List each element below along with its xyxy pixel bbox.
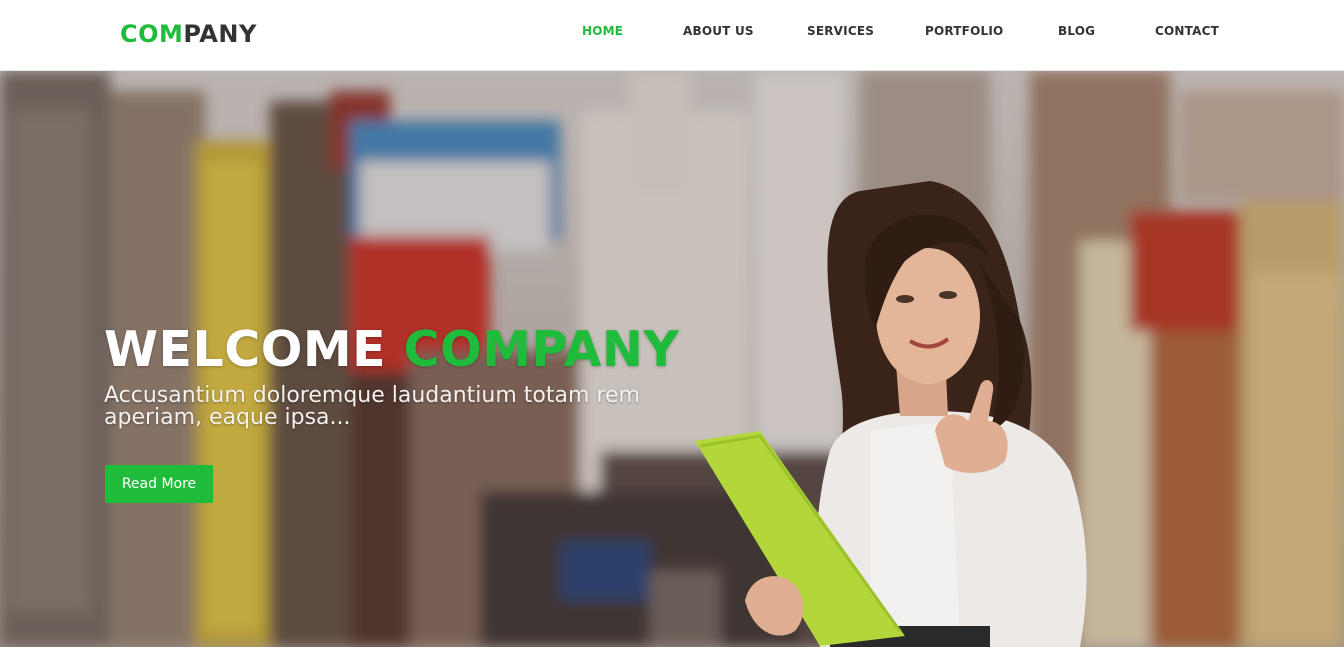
hero-title-white: WELCOME (104, 321, 387, 378)
nav-portfolio[interactable]: PORTFOLIO (925, 22, 1003, 40)
logo-dark-text: PANY (183, 20, 257, 48)
site-header: COMPANY HOME ABOUT US SERVICES PORTFOLIO… (0, 0, 1344, 71)
nav-contact[interactable]: CONTACT (1155, 22, 1219, 40)
hero-banner: WELCOME COMPANY Accusantium doloremque l… (0, 71, 1344, 647)
hero-title: WELCOME COMPANY (104, 321, 679, 379)
nav-blog[interactable]: BLOG (1058, 22, 1095, 40)
logo-accent-text: COM (120, 20, 184, 48)
nav-services[interactable]: SERVICES (807, 22, 874, 40)
nav-about-us[interactable]: ABOUT US (683, 22, 754, 40)
company-logo[interactable]: COMPANY (120, 18, 257, 50)
hero-title-accent: COMPANY (403, 321, 680, 378)
hero-subtitle: Accusantium doloremque laudantium totam … (104, 383, 640, 430)
read-more-button[interactable]: Read More (105, 465, 213, 503)
nav-home[interactable]: HOME (582, 22, 623, 40)
woman-holding-folder-image (695, 181, 1087, 647)
